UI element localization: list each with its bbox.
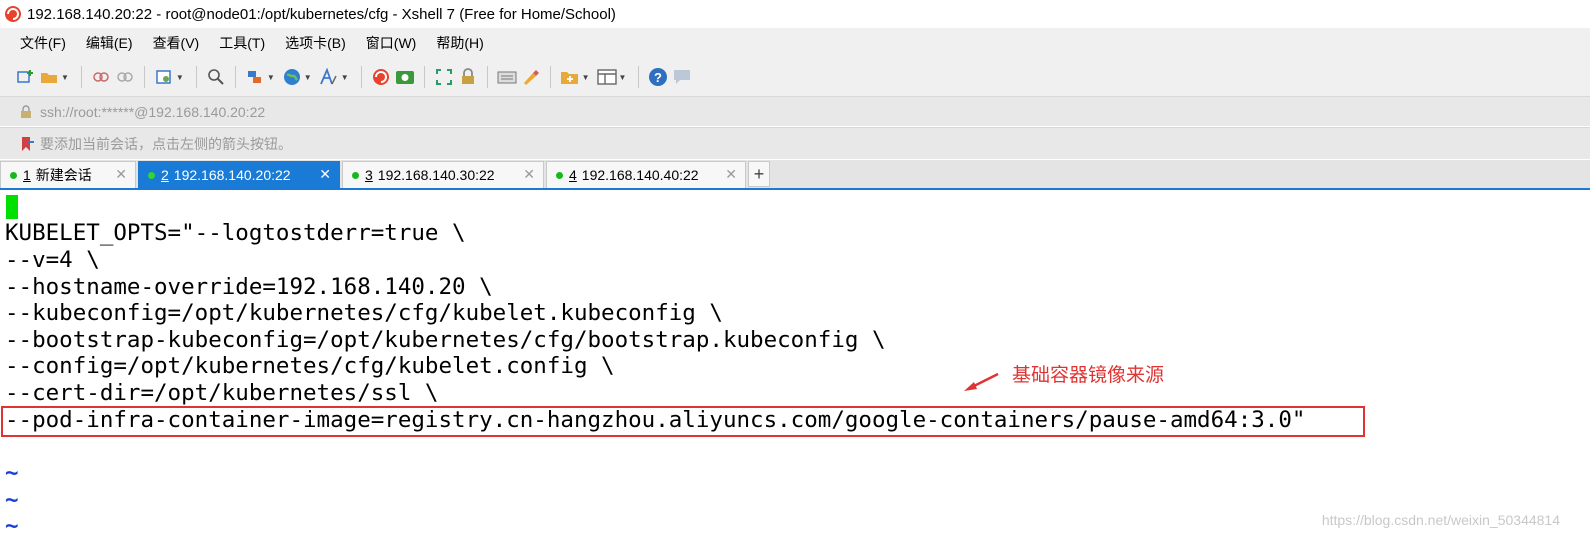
toolbar-divider	[423, 66, 425, 88]
xshell-app-icon	[5, 6, 21, 22]
address-bar[interactable]: ssh://root:******@192.168.140.20:22	[0, 96, 1590, 126]
bookmark-arrow-icon[interactable]	[20, 136, 34, 152]
font-icon[interactable]	[318, 66, 340, 88]
menu-bar: 文件(F) 编辑(E) 查看(V) 工具(T) 选项卡(B) 窗口(W) 帮助(…	[0, 28, 1590, 58]
window-title: 192.168.140.20:22 - root@node01:/opt/kub…	[27, 5, 616, 23]
open-folder-icon[interactable]	[38, 66, 60, 88]
find-icon[interactable]	[205, 66, 227, 88]
terminal-line: KUBELET_OPTS="--logtostderr=true \	[5, 220, 466, 246]
terminal-line: --bootstrap-kubeconfig=/opt/kubernetes/c…	[5, 327, 886, 353]
reconnect-icon[interactable]	[90, 66, 112, 88]
hint-text: 要添加当前会话，点击左侧的箭头按钮。	[40, 135, 292, 152]
menu-window[interactable]: 窗口(W)	[356, 33, 427, 53]
transfer-icon[interactable]	[244, 66, 266, 88]
menu-help[interactable]: 帮助(H)	[426, 33, 493, 53]
empty-line-tilde: ~	[5, 513, 19, 539]
terminal-line: --kubeconfig=/opt/kubernetes/cfg/kubelet…	[5, 300, 723, 326]
chevron-down-icon[interactable]: ▼	[267, 73, 275, 82]
chevron-down-icon[interactable]: ▼	[582, 73, 590, 82]
globe-icon[interactable]	[281, 66, 303, 88]
tab-label: 192.168.140.40:22	[581, 167, 699, 183]
status-dot	[352, 171, 359, 179]
tab-label: 192.168.140.30:22	[377, 167, 495, 183]
title-bar: 192.168.140.20:22 - root@node01:/opt/kub…	[0, 0, 1590, 28]
menu-tab[interactable]: 选项卡(B)	[275, 33, 356, 53]
chevron-down-icon[interactable]: ▼	[61, 73, 69, 82]
toolbar-divider	[549, 66, 551, 88]
new-session-icon[interactable]	[14, 66, 36, 88]
chevron-down-icon[interactable]: ▼	[341, 73, 349, 82]
close-icon[interactable]: ✕	[523, 166, 535, 183]
disconnect-icon[interactable]	[114, 66, 136, 88]
toolbar-divider	[80, 66, 82, 88]
tab-number: 3	[365, 167, 373, 183]
menu-tools[interactable]: 工具(T)	[209, 33, 275, 53]
empty-line-tilde: ~	[5, 460, 19, 486]
annotation-arrow-icon	[964, 372, 999, 391]
tab-number: 1	[23, 167, 31, 183]
status-dot	[148, 171, 155, 179]
svg-text:?: ?	[654, 70, 662, 85]
close-icon[interactable]: ✕	[319, 166, 331, 183]
chat-icon[interactable]	[671, 66, 693, 88]
toolbar-divider	[195, 66, 197, 88]
add-tab-button[interactable]: +	[748, 161, 770, 187]
terminal-line: --config=/opt/kubernetes/cfg/kubelet.con…	[5, 353, 615, 379]
terminal-line: --cert-dir=/opt/kubernetes/ssl \	[5, 380, 439, 406]
tab-label: 192.168.140.20:22	[173, 167, 291, 183]
empty-line-tilde: ~	[5, 487, 19, 513]
terminal-line: --hostname-override=192.168.140.20 \	[5, 274, 493, 300]
help-icon[interactable]: ?	[647, 66, 669, 88]
terminal-cursor	[6, 195, 18, 219]
toolbar-divider	[638, 66, 640, 88]
lock-icon[interactable]	[457, 66, 479, 88]
properties-icon[interactable]	[153, 66, 175, 88]
watermark: https://blog.csdn.net/weixin_50344814	[1321, 512, 1560, 528]
menu-view[interactable]: 查看(V)	[143, 33, 210, 53]
annotation-label: 基础容器镜像来源	[1012, 364, 1165, 386]
layout-icon[interactable]	[596, 66, 618, 88]
fullscreen-icon[interactable]	[433, 66, 455, 88]
close-icon[interactable]: ✕	[115, 166, 127, 183]
xftp-icon[interactable]	[394, 66, 416, 88]
toolbar-divider	[360, 66, 362, 88]
tab-label: 新建会话	[35, 167, 92, 183]
menu-file[interactable]: 文件(F)	[10, 33, 76, 53]
keyboard-icon[interactable]	[496, 66, 518, 88]
session-hint-bar: 要添加当前会话，点击左侧的箭头按钮。	[0, 127, 1590, 159]
status-dot	[10, 171, 17, 179]
address-text[interactable]: ssh://root:******@192.168.140.20:22	[40, 104, 265, 120]
menu-edit[interactable]: 编辑(E)	[76, 33, 143, 53]
tab-bar: 1 新建会话 ✕ 2 192.168.140.20:22 ✕ 3 192.168…	[0, 160, 1590, 190]
chevron-down-icon[interactable]: ▼	[619, 73, 627, 82]
new-tab-folder-icon[interactable]	[559, 66, 581, 88]
tab-number: 2	[161, 167, 169, 183]
tab-4[interactable]: 4 192.168.140.40:22 ✕	[546, 161, 746, 188]
chevron-down-icon[interactable]: ▼	[304, 73, 312, 82]
tab-number: 4	[569, 167, 577, 183]
toolbar-divider	[486, 66, 488, 88]
lock-icon	[21, 104, 31, 118]
highlight-box	[1, 406, 1365, 437]
tab-3[interactable]: 3 192.168.140.30:22 ✕	[342, 161, 544, 188]
toolbar: ▼ ▼ ▼ ▼ ▼ ▼ ▼ ?	[0, 58, 1590, 96]
tab-2[interactable]: 2 192.168.140.20:22 ✕	[138, 161, 340, 188]
close-icon[interactable]: ✕	[725, 166, 737, 183]
highlight-icon[interactable]	[520, 66, 542, 88]
xshell-icon[interactable]	[370, 66, 392, 88]
toolbar-divider	[143, 66, 145, 88]
chevron-down-icon[interactable]: ▼	[176, 73, 184, 82]
status-dot	[556, 171, 563, 179]
toolbar-divider	[234, 66, 236, 88]
terminal-area[interactable]: KUBELET_OPTS="--logtostderr=true \ --v=4…	[0, 190, 1590, 546]
terminal-line: --v=4 \	[5, 247, 100, 273]
tab-1[interactable]: 1 新建会话 ✕	[0, 161, 136, 188]
